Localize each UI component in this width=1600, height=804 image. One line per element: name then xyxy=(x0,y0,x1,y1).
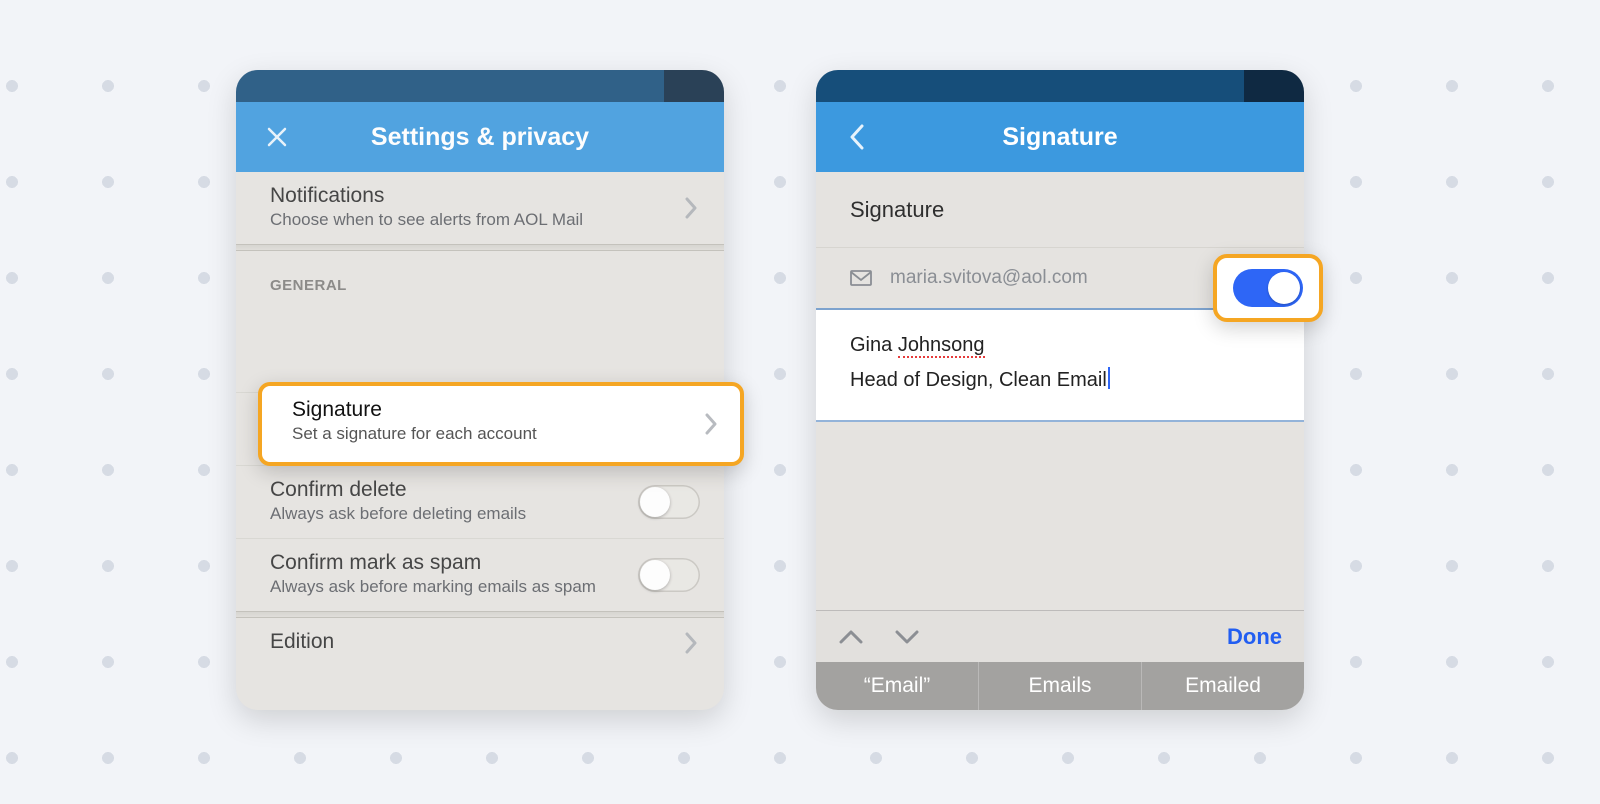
chevron-left-icon xyxy=(848,123,866,151)
confirm-spam-subtitle: Always ask before marking emails as spam xyxy=(270,577,624,597)
account-email: maria.svitova@aol.com xyxy=(890,267,1088,289)
keyboard-accessory-bar: Done xyxy=(816,610,1304,662)
suggestion-3[interactable]: Emailed xyxy=(1142,662,1304,710)
signature-line-1: Gina Johnsong xyxy=(850,328,1270,363)
confirm-delete-subtitle: Always ask before deleting emails xyxy=(270,504,624,524)
signature-toggle-row: Signature xyxy=(816,172,1304,248)
signature-editor[interactable]: Gina Johnsong Head of Design, Clean Emai… xyxy=(816,310,1304,420)
confirm-delete-row: Confirm delete Always ask before deletin… xyxy=(236,466,724,538)
confirm-delete-title: Confirm delete xyxy=(270,478,624,502)
signature-subtitle: Set a signature for each account xyxy=(292,424,690,444)
keyboard-area: Done “Email” Emails Emailed xyxy=(816,610,1304,710)
signature-row[interactable]: Signature Set a signature for each accou… xyxy=(258,382,744,466)
divider xyxy=(816,420,1304,422)
back-button[interactable] xyxy=(834,102,880,172)
chevron-right-icon xyxy=(704,413,718,435)
divider xyxy=(236,611,724,618)
status-bar xyxy=(236,70,724,102)
signature-title: Signature xyxy=(292,398,690,422)
done-button[interactable]: Done xyxy=(1227,624,1282,650)
notifications-title: Notifications xyxy=(270,184,690,208)
signature-toggle-label: Signature xyxy=(850,197,944,223)
nav-bar: Settings & privacy xyxy=(236,102,724,172)
notifications-row[interactable]: Notifications Choose when to see alerts … xyxy=(236,172,724,244)
page-title: Settings & privacy xyxy=(371,123,589,152)
confirm-spam-row: Confirm mark as spam Always ask before m… xyxy=(236,539,724,611)
chevron-right-icon xyxy=(684,632,698,654)
page-title: Signature xyxy=(1002,123,1117,152)
mail-icon xyxy=(850,270,872,286)
notifications-subtitle: Choose when to see alerts from AOL Mail xyxy=(270,210,690,230)
text-caret xyxy=(1108,367,1110,389)
nav-bar: Signature xyxy=(816,102,1304,172)
signature-toggle[interactable] xyxy=(1233,269,1303,307)
chevron-right-icon xyxy=(684,197,698,219)
suggestion-2[interactable]: Emails xyxy=(979,662,1142,710)
divider xyxy=(236,244,724,251)
suggestion-1[interactable]: “Email” xyxy=(816,662,979,710)
status-bar xyxy=(816,70,1304,102)
chevron-up-icon[interactable] xyxy=(838,628,864,646)
section-general-label: GENERAL xyxy=(236,251,724,304)
confirm-delete-toggle[interactable] xyxy=(638,485,700,519)
keyboard-nav-arrows xyxy=(838,628,920,646)
signature-line-2: Head of Design, Clean Email xyxy=(850,363,1270,398)
chevron-down-icon[interactable] xyxy=(894,628,920,646)
close-icon xyxy=(265,125,289,149)
spellcheck-word: Johnsong xyxy=(898,334,985,358)
signature-screen: Signature Signature maria.svitova@aol.co… xyxy=(816,70,1304,710)
confirm-spam-title: Confirm mark as spam xyxy=(270,551,624,575)
close-button[interactable] xyxy=(254,102,300,172)
edition-title: Edition xyxy=(270,630,690,654)
keyboard-suggestions: “Email” Emails Emailed xyxy=(816,662,1304,710)
confirm-spam-toggle[interactable] xyxy=(638,558,700,592)
edition-row[interactable]: Edition xyxy=(236,618,724,668)
signature-row-placeholder xyxy=(236,304,724,392)
signature-toggle-highlight xyxy=(1213,254,1323,322)
